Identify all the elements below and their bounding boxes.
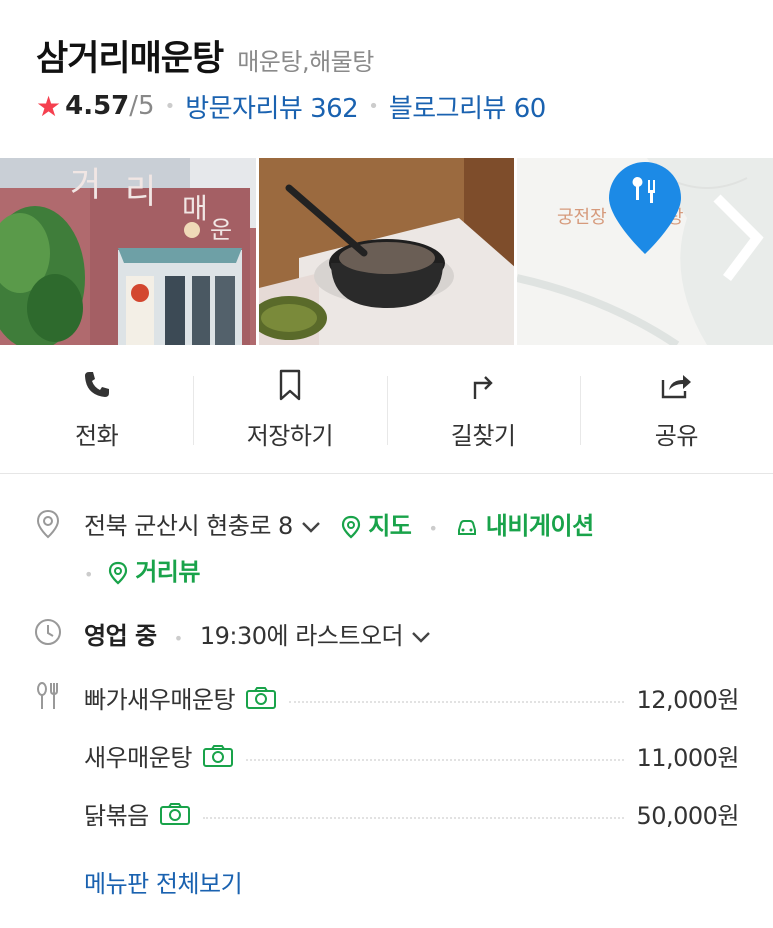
rating-row: ★ 4.57 /5 • 방문자리뷰 362 • 블로그리뷰 60	[36, 86, 756, 126]
directions-button[interactable]: 길찾기	[386, 346, 580, 473]
address-text: 전북 군산시 현충로 8	[84, 512, 293, 540]
camera-icon	[202, 744, 233, 767]
car-icon	[457, 520, 476, 535]
share-button[interactable]: 공유	[579, 346, 773, 473]
visitor-reviews-link[interactable]: 방문자리뷰 362	[185, 88, 359, 125]
camera-icon	[159, 802, 190, 825]
share-icon	[662, 375, 692, 399]
save-button[interactable]: 저장하기	[193, 346, 386, 473]
menu-item-name: 닭볶음	[84, 802, 149, 830]
map-thumbnail[interactable]: 궁전장 탕	[517, 158, 773, 345]
action-bar: 전화 저장하기 길찾기 공유	[0, 346, 773, 474]
navigation-link[interactable]: 내비게이션	[455, 512, 594, 540]
separator-dot: •	[368, 95, 379, 117]
location-icon	[36, 509, 60, 539]
menu-item[interactable]: 새우매운탕 11,000원	[84, 738, 739, 773]
clock-icon	[35, 619, 61, 645]
map-pin-icon	[108, 561, 128, 585]
rating-max: /5	[129, 91, 155, 121]
utensils-icon	[37, 682, 58, 709]
address-row: 전북 군산시 현충로 8 지도 • 내비게이션 • 거리뷰	[0, 506, 773, 586]
separator-dot: •	[428, 519, 438, 538]
menu-item-price: 50,000원	[636, 802, 739, 830]
dotted-leader	[202, 816, 625, 819]
menu-item-price: 11,000원	[636, 744, 739, 772]
svg-text:매: 매	[182, 192, 208, 225]
place-category: 매운탕,해물탕	[237, 48, 374, 76]
directions-icon	[473, 376, 493, 399]
svg-text:리: 리	[125, 172, 156, 212]
menu-item-price: 12,000원	[636, 686, 739, 714]
street-view-link[interactable]: 거리뷰	[108, 558, 200, 586]
menu-item-name: 빠가새우매운탕	[84, 686, 236, 714]
svg-text:운: 운	[210, 216, 232, 244]
map-pin-icon	[341, 515, 361, 539]
menu-item[interactable]: 빠가새우매운탕 12,000원	[84, 680, 739, 715]
open-status: 영업 중	[84, 622, 157, 650]
dotted-leader	[289, 700, 625, 703]
place-name: 삼거리매운탕	[36, 39, 224, 79]
photo-strip: 거 리 매 운 궁전장 탕	[0, 158, 773, 345]
camera-icon	[246, 686, 277, 709]
menu-item[interactable]: 닭볶음 50,000원	[84, 796, 739, 831]
share-label: 공유	[654, 422, 699, 450]
bookmark-icon	[279, 369, 301, 401]
food-photo[interactable]	[258, 158, 515, 345]
phone-icon	[84, 372, 109, 397]
map-link[interactable]: 지도	[341, 512, 418, 540]
call-button[interactable]: 전화	[0, 346, 193, 473]
separator-dot: •	[164, 95, 176, 117]
chevron-down-icon	[412, 632, 431, 643]
map-label: 궁전장	[557, 207, 607, 228]
menu-item-name: 새우매운탕	[84, 744, 192, 772]
call-label: 전화	[75, 422, 119, 450]
separator-dot: •	[84, 565, 93, 584]
svg-text:거: 거	[70, 165, 101, 205]
separator-dot: •	[173, 629, 183, 648]
storefront-photo[interactable]: 거 리 매 운	[0, 158, 256, 345]
hours-row[interactable]: 영업 중 • 19:30에 라스트오더	[0, 616, 773, 656]
directions-label: 길찾기	[450, 422, 516, 450]
blog-reviews-link[interactable]: 블로그리뷰 60	[389, 88, 546, 125]
star-icon: ★	[36, 89, 62, 123]
full-menu-link[interactable]: 메뉴판 전체보기	[84, 864, 243, 899]
save-label: 저장하기	[246, 422, 334, 450]
chevron-down-icon[interactable]	[300, 520, 322, 534]
dotted-leader	[245, 758, 625, 761]
rating-score: 4.57	[65, 91, 130, 121]
last-order-text: 19:30에 라스트오더	[199, 622, 404, 650]
place-header: 삼거리매운탕 매운탕,해물탕 ★ 4.57 /5 • 방문자리뷰 362 • 블…	[36, 30, 756, 126]
